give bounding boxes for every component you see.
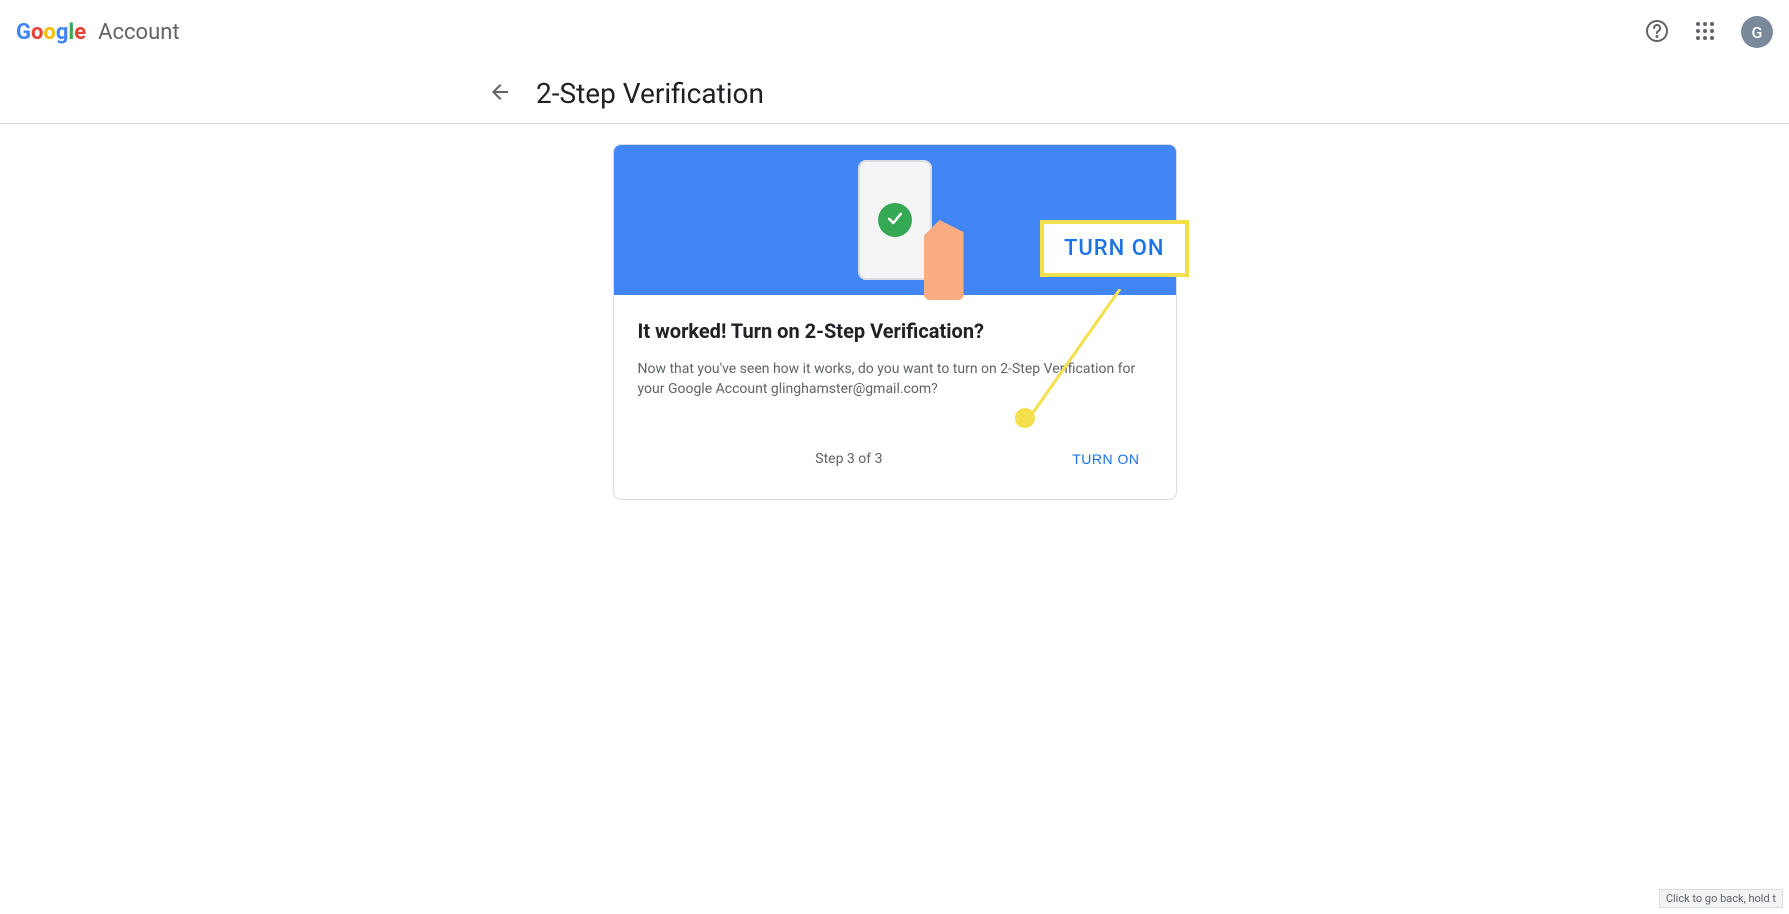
page-title: 2-Step Verification [536, 77, 764, 110]
help-icon [1645, 19, 1669, 46]
hand-illustration [924, 220, 964, 300]
google-logo: Google [16, 20, 86, 45]
account-label: Account [98, 20, 179, 45]
content-wrap: It worked! Turn on 2-Step Verification? … [0, 124, 1789, 500]
annotation-callout: TURN ON [1040, 220, 1189, 277]
card-title: It worked! Turn on 2-Step Verification? [638, 319, 1152, 343]
card-body: It worked! Turn on 2-Step Verification? … [614, 295, 1176, 427]
check-icon [885, 208, 905, 232]
phone-illustration [858, 160, 932, 280]
callout-label: TURN ON [1064, 236, 1165, 261]
header-right: G [1637, 12, 1773, 52]
apps-icon [1693, 19, 1717, 46]
check-badge [878, 203, 912, 237]
account-avatar[interactable]: G [1741, 16, 1773, 48]
back-button[interactable] [480, 74, 520, 114]
title-row: 2-Step Verification [0, 64, 1789, 124]
verification-card: It worked! Turn on 2-Step Verification? … [613, 144, 1177, 500]
arrow-back-icon [488, 80, 512, 107]
turn-on-button[interactable]: TURN ON [1060, 443, 1151, 475]
phone-icon [858, 160, 932, 280]
back-tooltip: Click to go back, hold t [1659, 889, 1783, 908]
app-header: Google Account G [0, 0, 1789, 64]
step-counter: Step 3 of 3 [638, 451, 1061, 467]
header-left: Google Account [16, 20, 180, 45]
help-button[interactable] [1637, 12, 1677, 52]
avatar-initial: G [1752, 23, 1763, 42]
account-email: glinghamster@gmail.com? [771, 381, 938, 397]
card-footer: Step 3 of 3 TURN ON [614, 427, 1176, 499]
apps-button[interactable] [1685, 12, 1725, 52]
card-description: Now that you've seen how it works, do yo… [638, 359, 1152, 399]
